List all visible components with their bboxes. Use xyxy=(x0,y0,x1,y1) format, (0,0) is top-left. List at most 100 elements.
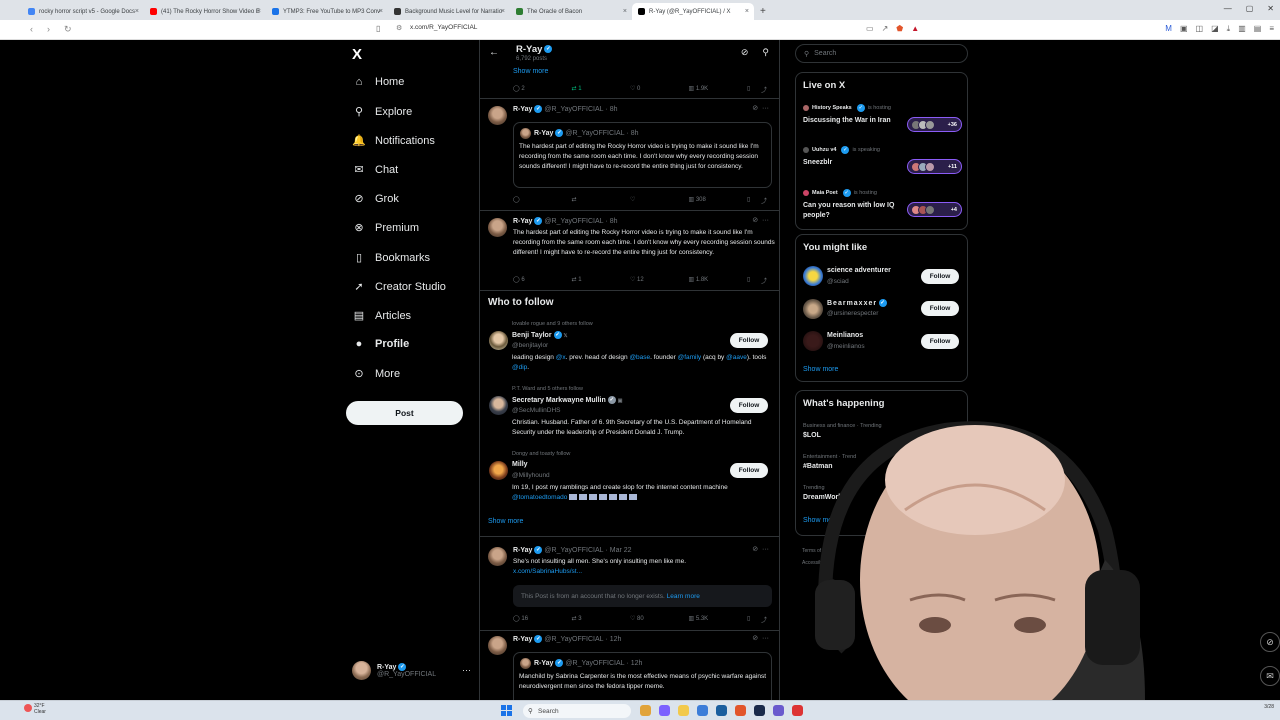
extension-icon[interactable]: ▣ xyxy=(1180,24,1188,34)
browser-tab[interactable]: rocky horror script v5 - Google Docs × xyxy=(22,3,144,20)
grok-float-icon[interactable]: ⊘ xyxy=(1260,632,1280,652)
follow-button[interactable]: Follow xyxy=(921,269,959,284)
minimize-icon[interactable]: — xyxy=(1224,4,1232,13)
views-action[interactable]: ▥ 1.8K xyxy=(689,276,748,285)
post-button[interactable]: Post xyxy=(346,401,463,425)
taskbar-search[interactable]: ⚲ Search xyxy=(523,704,631,718)
more-dots-icon[interactable]: ⊘ ··· xyxy=(752,634,769,642)
mention-link[interactable]: @base xyxy=(629,354,650,361)
nav-item-bookmarks[interactable]: ▯ Bookmarks xyxy=(352,251,430,265)
space-title[interactable]: Can you reason with low IQ people? xyxy=(803,201,908,220)
bookmark-icon[interactable]: ▯ xyxy=(747,615,761,624)
share-icon[interactable]: ⤴ xyxy=(761,276,769,285)
browser-tab[interactable]: Background Music Level for Narratio × xyxy=(388,3,510,20)
avatar[interactable] xyxy=(803,331,823,351)
back-icon[interactable]: ‹ xyxy=(30,24,33,35)
reload-icon[interactable]: ↻ xyxy=(64,24,72,35)
bookmark-star-icon[interactable]: ▯ xyxy=(376,24,380,33)
follow-button[interactable]: Follow xyxy=(921,334,959,349)
avatar[interactable] xyxy=(803,299,823,319)
menu-icon[interactable]: ≡ xyxy=(1269,24,1274,34)
nav-item-more[interactable]: ⊙ More xyxy=(352,367,400,381)
bookmark-icon[interactable]: ▯ xyxy=(747,196,761,205)
nav-item-profile[interactable]: ● Profile xyxy=(352,338,410,350)
quoted-tweet[interactable]: R-Yay ✓ @R_YayOFFICIAL · 8h The hardest p… xyxy=(513,122,772,188)
user-name[interactable]: Meinlianos xyxy=(827,332,863,339)
avatar[interactable] xyxy=(488,636,507,655)
space-title[interactable]: Sneezblr xyxy=(803,158,908,168)
account-switcher[interactable]: R-Yay ✓ @R_YayOFFICIAL ··· xyxy=(352,661,471,680)
avatar[interactable] xyxy=(488,106,507,125)
reply-action[interactable]: ◯ 2 xyxy=(513,85,572,94)
avatar[interactable] xyxy=(489,461,508,480)
like-action[interactable]: ♡ 0 xyxy=(630,85,689,94)
forward-icon[interactable]: › xyxy=(47,24,50,35)
author-name[interactable]: R-Yay xyxy=(513,547,532,554)
user-name[interactable]: Bearmaxxer xyxy=(827,300,877,307)
like-action[interactable]: ♡ 12 xyxy=(630,276,689,285)
avatar[interactable] xyxy=(803,266,823,286)
like-action[interactable]: ♡ xyxy=(630,196,689,205)
nav-item-grok[interactable]: ⊘ Grok xyxy=(352,192,398,206)
repost-action[interactable]: ⇄ xyxy=(572,196,631,205)
back-arrow-icon[interactable]: ← xyxy=(489,47,499,58)
app-icon[interactable] xyxy=(697,705,708,716)
bookmark-icon[interactable]: ▯ xyxy=(747,85,761,94)
follow-button[interactable]: Follow xyxy=(730,463,768,478)
app-icon[interactable] xyxy=(792,705,803,716)
author-name[interactable]: R-Yay xyxy=(513,218,532,225)
show-more-link[interactable]: Show more xyxy=(513,68,548,75)
brave-shield-icon[interactable]: ⬟ xyxy=(896,24,903,33)
avatar[interactable] xyxy=(489,331,508,350)
extension-icon[interactable]: ◪ xyxy=(1211,24,1219,34)
nav-item-home[interactable]: ⌂ Home xyxy=(352,76,405,88)
system-tray[interactable]: 3/28 xyxy=(1264,704,1274,711)
new-tab-button[interactable]: + xyxy=(754,6,772,20)
more-dots-icon[interactable]: ⊘ ··· xyxy=(752,104,769,112)
follow-button[interactable]: Follow xyxy=(730,398,768,413)
nav-item-premium[interactable]: ⊗ Premium xyxy=(352,221,419,235)
views-action[interactable]: ▥ 1.9K xyxy=(689,85,748,94)
extension-m-icon[interactable]: M xyxy=(1165,24,1172,34)
more-dots-icon[interactable]: ··· xyxy=(462,665,471,675)
tab-close-icon[interactable]: × xyxy=(135,8,139,15)
share-icon[interactable]: ⤴ xyxy=(761,615,769,624)
rewards-icon[interactable]: ▲ xyxy=(911,24,919,33)
messages-float-icon[interactable]: ✉ xyxy=(1260,666,1280,686)
avatar[interactable] xyxy=(488,218,507,237)
repost-action[interactable]: ⇄ 1 xyxy=(572,85,631,94)
search-icon[interactable]: ⚲ xyxy=(762,47,769,58)
mention-link[interactable]: @aave xyxy=(726,354,747,361)
tab-close-icon[interactable]: × xyxy=(379,8,383,15)
show-more-link[interactable]: Show more xyxy=(488,518,523,525)
space-listeners[interactable]: +36 xyxy=(907,117,962,132)
avatar[interactable] xyxy=(488,547,507,566)
bookmark-icon[interactable]: ▯ xyxy=(747,276,761,285)
extension-icon[interactable]: ◫ xyxy=(1196,24,1204,34)
quoted-tweet[interactable]: R-Yay ✓ @R_YayOFFICIAL · 12h Manchild by … xyxy=(513,652,772,700)
app-icon[interactable] xyxy=(754,705,765,716)
tab-close-icon[interactable]: × xyxy=(623,8,627,15)
views-action[interactable]: ▥ 5.3K xyxy=(689,615,748,624)
nav-item-explore[interactable]: ⚲ Explore xyxy=(352,105,412,119)
install-icon[interactable]: ▭ xyxy=(866,24,874,33)
repost-action[interactable]: ⇄ 3 xyxy=(572,615,631,624)
tab-close-icon[interactable]: × xyxy=(745,8,749,15)
mention-link[interactable]: @dip xyxy=(512,364,527,371)
tab-close-icon[interactable]: × xyxy=(257,8,261,15)
reply-action[interactable]: ◯ xyxy=(513,196,572,205)
app-icon[interactable] xyxy=(640,705,651,716)
user-name[interactable]: Benji Taylor xyxy=(512,332,552,339)
app-icon[interactable] xyxy=(678,705,689,716)
author-name[interactable]: R-Yay xyxy=(513,106,532,113)
mention-link[interactable]: @tomatoedtomado xyxy=(512,494,567,501)
nav-item-articles[interactable]: ▤ Articles xyxy=(352,309,411,323)
browser-tab[interactable]: R-Yay (@R_YayOFFICIAL) / X × xyxy=(632,3,754,20)
nav-item-notifications[interactable]: 🔔 Notifications xyxy=(352,134,435,148)
reply-action[interactable]: ◯ 6 xyxy=(513,276,572,285)
tweet-link[interactable]: x.com/SabrinaHubs/st... xyxy=(513,567,775,577)
more-dots-icon[interactable]: ⊘ ··· xyxy=(752,216,769,224)
url-field[interactable]: x.com/R_YayOFFICIAL xyxy=(410,24,477,31)
reply-action[interactable]: ◯ 16 xyxy=(513,615,572,624)
browser-tab[interactable]: (41) The Rocky Horror Show Video E × xyxy=(144,3,266,20)
